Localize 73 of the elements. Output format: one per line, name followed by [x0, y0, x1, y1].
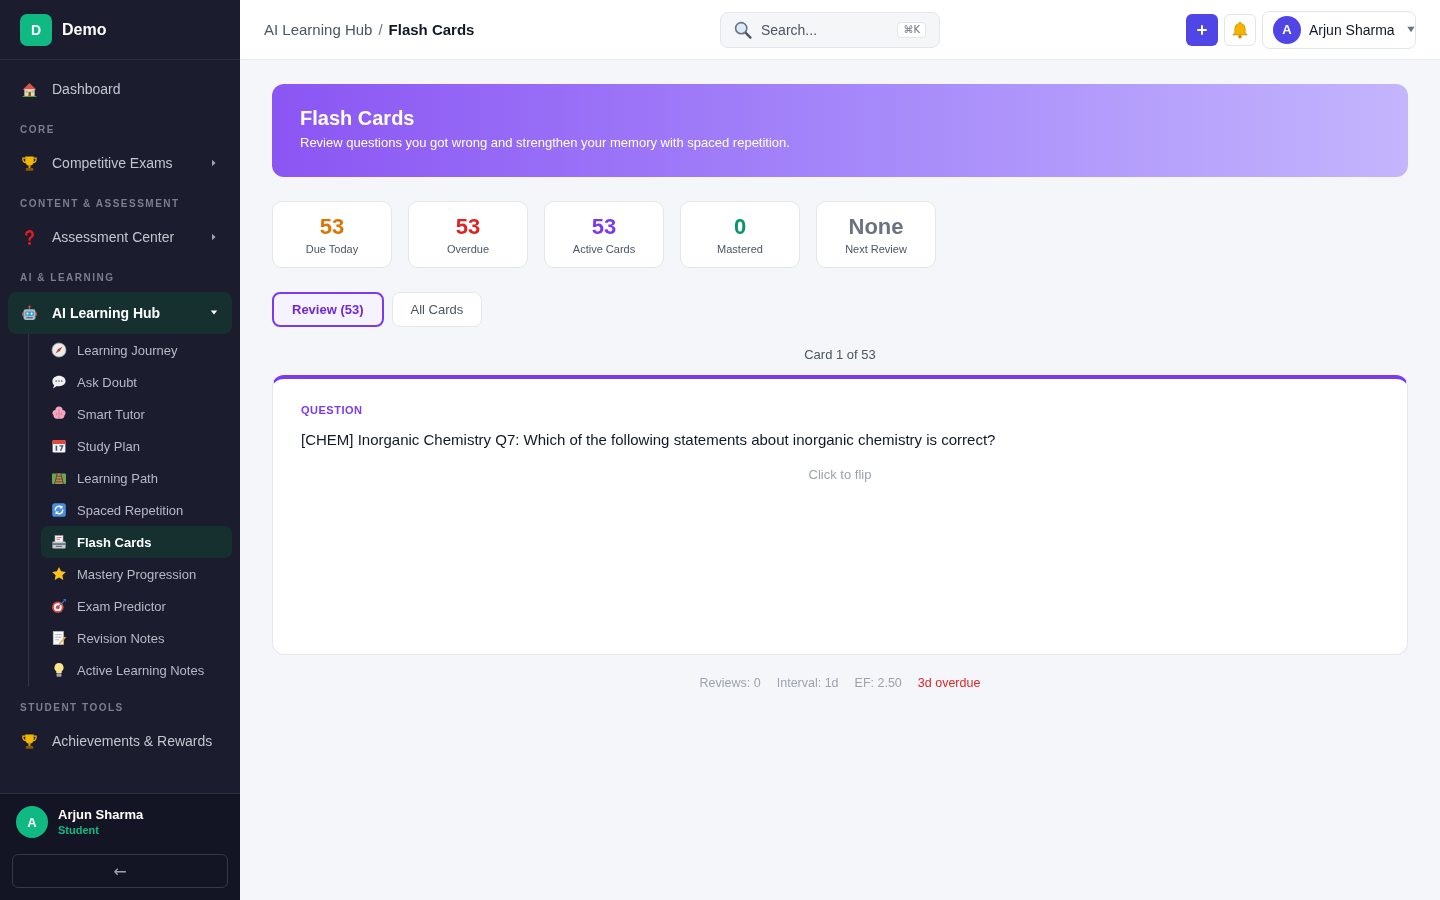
- breadcrumb-separator: /: [378, 21, 383, 38]
- search-icon: [734, 20, 752, 39]
- section-heading: CONTENT & ASSESSMENT: [19, 198, 181, 210]
- page-title: Flash Cards: [300, 106, 416, 130]
- cycle-arrows-icon: [51, 502, 67, 518]
- breadcrumb-current: Flash Cards: [388, 21, 475, 38]
- stat-label: Due Today: [305, 241, 359, 256]
- stat-label: Active Cards: [572, 241, 636, 256]
- trophy-icon: [21, 732, 38, 750]
- nav-subitem[interactable]: Spaced Repetition: [41, 494, 232, 526]
- card-side-label: QUESTION: [301, 403, 364, 417]
- nav-subitem[interactable]: Flash Cards: [41, 526, 232, 558]
- plus-icon: [1197, 24, 1207, 35]
- compass-icon: [51, 342, 67, 358]
- tab[interactable]: All Cards: [391, 292, 483, 327]
- nav-subitem[interactable]: Learning Path: [41, 462, 232, 494]
- card-meta: Reviews: 0: [699, 675, 761, 691]
- brain-icon: [51, 406, 67, 422]
- user-avatar: A: [16, 806, 48, 838]
- section-heading: STUDENT TOOLS: [19, 702, 125, 714]
- stat-value: 0: [733, 213, 747, 240]
- brand-logo: D: [20, 13, 52, 46]
- section-heading: CORE: [19, 124, 56, 136]
- collapse-button[interactable]: ←: [12, 854, 228, 888]
- nav-subitem[interactable]: Mastery Progression: [41, 558, 232, 590]
- light-bulb-icon: [51, 662, 67, 678]
- overdue-status: 3d overdue: [917, 675, 981, 691]
- stat-label: Next Review: [845, 241, 907, 256]
- user-avatar: A: [1273, 15, 1301, 44]
- stat-value: 53: [455, 213, 481, 240]
- tab[interactable]: Review (53): [272, 292, 384, 327]
- user-role: Student: [58, 823, 100, 837]
- dart-target-icon: [51, 598, 67, 614]
- breadcrumb-link[interactable]: AI Learning Hub: [264, 21, 373, 38]
- user-name: Arjun Sharma: [58, 807, 144, 823]
- caret-icon: [1406, 26, 1415, 33]
- flip-hint: Click to flip: [807, 467, 873, 483]
- stat-value: 53: [319, 213, 345, 240]
- nav-item[interactable]: Dashboard: [8, 70, 232, 108]
- stat-value: None: [848, 213, 904, 240]
- trophy-icon: [21, 154, 38, 172]
- calendar-icon: [51, 438, 67, 454]
- nav-subitem[interactable]: Smart Tutor: [41, 398, 232, 430]
- stat-label: Mastered: [717, 241, 763, 256]
- brand-name: Demo: [62, 20, 107, 39]
- section-heading: AI & LEARNING: [19, 272, 116, 284]
- nav-item[interactable]: AI Learning Hub: [8, 292, 232, 334]
- star-icon: [51, 566, 67, 582]
- stat-label: Overdue: [446, 241, 490, 256]
- nav-item[interactable]: Assessment Center: [8, 218, 232, 256]
- card-counter: Card 1 of 53: [803, 347, 877, 363]
- speech-bubble-icon: [51, 374, 67, 390]
- flash-card[interactable]: QUESTION [CHEM] Inorganic Chemistry Q7: Which of the following statements about inorganic chemistry is correct? Click to flip: [272, 375, 1408, 655]
- card-meta: EF: 2.50: [854, 675, 902, 691]
- page-subtitle: Review questions you got wrong and strengthen your memory with spaced repetition.: [300, 134, 791, 152]
- nav-subitem[interactable]: Ask Doubt: [41, 366, 232, 398]
- memo-icon: [51, 630, 67, 646]
- nav-subitem[interactable]: Revision Notes: [41, 622, 232, 654]
- user-menu[interactable]: A Arjun Sharma: [1262, 10, 1416, 49]
- add-button[interactable]: [1186, 13, 1218, 46]
- stat-value: 53: [591, 213, 617, 240]
- nav-subitem[interactable]: Study Plan: [41, 430, 232, 462]
- printer-icon: [51, 534, 67, 550]
- question-text: [CHEM] Inorganic Chemistry Q7: Which of the following statements about inorganic chemistry is correct?: [301, 430, 997, 450]
- card-meta: Interval: 1d: [776, 675, 839, 691]
- nav-subitem[interactable]: Active Learning Notes: [41, 654, 232, 686]
- nav-item[interactable]: Competitive Exams: [8, 144, 232, 182]
- nav-subitem[interactable]: Learning Journey: [41, 334, 232, 366]
- house-icon: [21, 80, 38, 98]
- nav-item[interactable]: Achievements & Rewards: [8, 722, 232, 760]
- robot-icon: [21, 304, 38, 322]
- nav-subitem[interactable]: Exam Predictor: [41, 590, 232, 622]
- bell-icon: [1231, 20, 1249, 39]
